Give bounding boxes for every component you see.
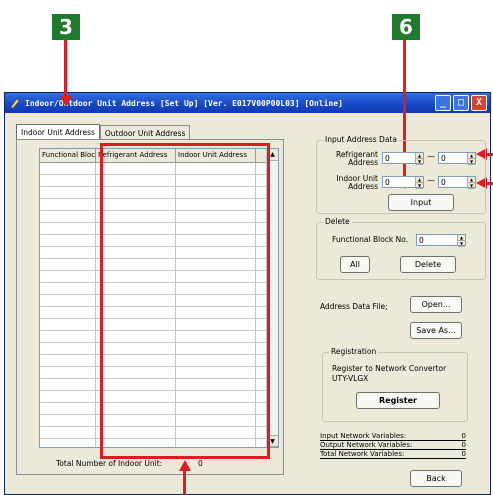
table-cell[interactable]	[40, 307, 96, 318]
table-cell[interactable]	[40, 211, 96, 222]
refrigerant-from-stepper[interactable]: 0 ▲ ▼	[382, 152, 424, 165]
minimize-button[interactable]: _	[435, 95, 451, 111]
table-cell[interactable]	[40, 331, 96, 342]
table-cell[interactable]	[40, 271, 96, 282]
spin-down-icon[interactable]: ▼	[468, 183, 475, 189]
delete-all-button[interactable]: All	[340, 256, 370, 273]
registration-text-line1: Register to Network Convertor	[332, 364, 447, 373]
refrigerant-from-value: 0	[385, 153, 390, 163]
refrigerant-to-stepper[interactable]: 0 ▲ ▼	[438, 152, 476, 165]
refrigerant-address-label: Refrigerant Address	[335, 150, 378, 167]
indoor-to-stepper[interactable]: 0 ▲ ▼	[438, 176, 476, 189]
functional-block-no-label: Functional Block No.	[332, 235, 409, 244]
input-button[interactable]: Input	[388, 194, 454, 211]
register-button[interactable]: Register	[356, 392, 440, 409]
table-cell[interactable]	[40, 235, 96, 246]
range-dash: —	[427, 176, 435, 185]
output-nv-label: Output Network Variables:	[320, 441, 413, 449]
table-cell[interactable]	[40, 199, 96, 210]
total-nv-value: 0	[461, 450, 466, 458]
title-bar[interactable]: Indoor/Outdoor Unit Address [Set Up] [Ve…	[5, 93, 490, 113]
total-indoor-value: 0	[198, 459, 203, 468]
spin-down-icon[interactable]: ▼	[416, 183, 423, 189]
table-cell[interactable]	[40, 187, 96, 198]
registration-text-line2: UTY-VLGX	[332, 374, 369, 383]
callout-line-3	[64, 40, 67, 98]
back-button[interactable]: Back	[410, 470, 462, 487]
table-cell[interactable]	[40, 355, 96, 366]
total-nv-label: Total Network Variables:	[320, 450, 405, 458]
callout-line-bottom	[183, 470, 186, 495]
indoor-from-stepper[interactable]: 0 ▲ ▼	[382, 176, 424, 189]
maximize-button[interactable]: □	[453, 95, 469, 111]
input-nv-value: 0	[461, 432, 466, 440]
header-functional-block[interactable]: Functional Block	[40, 149, 96, 162]
output-network-variables: Output Network Variables: 0	[320, 441, 466, 450]
callout-badge-3: 3	[52, 14, 80, 40]
table-cell[interactable]	[40, 379, 96, 390]
table-cell[interactable]	[40, 403, 96, 414]
window-title: Indoor/Outdoor Unit Address [Set Up] [Ve…	[25, 98, 343, 108]
spin-down-icon[interactable]: ▼	[416, 159, 423, 165]
functional-block-value: 0	[419, 235, 424, 245]
callout-arrow-bottom	[179, 460, 191, 471]
table-cell[interactable]	[40, 367, 96, 378]
spin-down-icon[interactable]: ▼	[458, 241, 465, 247]
table-cell[interactable]	[40, 163, 96, 174]
table-cell[interactable]	[40, 247, 96, 258]
registration-title: Registration	[329, 347, 379, 356]
table-cell[interactable]	[40, 391, 96, 402]
indoor-to-value: 0	[441, 177, 446, 187]
indoor-unit-address-label: Indoor Unit Address	[336, 174, 378, 191]
callout-arrow-3	[60, 96, 72, 107]
spin-down-icon[interactable]: ▼	[468, 159, 475, 165]
functional-block-stepper[interactable]: 0 ▲ ▼	[416, 234, 466, 247]
indoor-from-value: 0	[385, 177, 390, 187]
table-cell[interactable]	[40, 259, 96, 270]
range-dash: —	[427, 152, 435, 161]
delete-button[interactable]: Delete	[400, 256, 456, 273]
input-nv-label: Input Network Variables:	[320, 432, 407, 440]
table-cell[interactable]	[40, 295, 96, 306]
registration-group: Registration	[322, 347, 468, 422]
save-as-button[interactable]: Save As...	[410, 322, 462, 339]
open-button[interactable]: Open...	[410, 296, 462, 313]
output-nv-value: 0	[461, 441, 466, 449]
table-cell[interactable]	[40, 223, 96, 234]
table-cell[interactable]	[40, 283, 96, 294]
callout-badge-6: 6	[392, 14, 420, 40]
table-cell[interactable]	[40, 343, 96, 354]
input-address-title: Input Address Data	[323, 135, 399, 144]
table-cell[interactable]	[40, 415, 96, 426]
refrigerant-to-value: 0	[441, 153, 446, 163]
table-cell[interactable]	[40, 427, 96, 438]
app-icon	[10, 98, 20, 109]
table-cell[interactable]	[40, 439, 96, 447]
delete-title: Delete	[323, 217, 352, 226]
table-cell[interactable]	[40, 319, 96, 330]
total-indoor-label: Total Number of Indoor Unit:	[56, 459, 163, 468]
total-network-variables: Total Network Variables: 0	[320, 450, 466, 459]
table-cell[interactable]	[40, 175, 96, 186]
address-data-file-label: Address Data File;	[320, 302, 388, 311]
highlight-box	[100, 143, 270, 459]
input-network-variables: Input Network Variables: 0	[320, 432, 466, 441]
close-button[interactable]: X	[471, 95, 487, 111]
